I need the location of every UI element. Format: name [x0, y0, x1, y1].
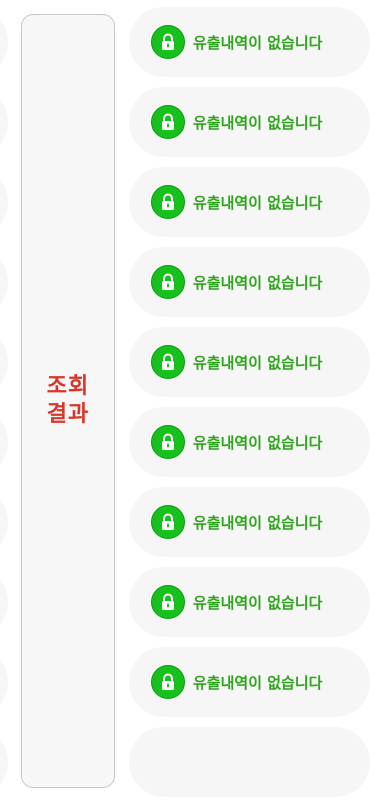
lock-icon — [151, 585, 185, 619]
lock-icon — [151, 105, 185, 139]
left-edge-pill — [0, 327, 8, 397]
result-item: 유출내역이 없습니다 — [129, 567, 370, 637]
left-edge-pill — [0, 727, 8, 797]
result-item-text: 유출내역이 없습니다 — [193, 673, 323, 692]
left-edge-pill — [0, 247, 8, 317]
result-item-text: 유출내역이 없습니다 — [193, 513, 323, 532]
lock-icon — [151, 265, 185, 299]
result-item-text: 유출내역이 없습니다 — [193, 433, 323, 452]
result-panel: 조회 결과 — [21, 14, 115, 788]
result-item-text: 유출내역이 없습니다 — [193, 353, 323, 372]
result-label: 조회 결과 — [47, 373, 89, 429]
lock-icon — [151, 425, 185, 459]
result-item-text: 유출내역이 없습니다 — [193, 33, 323, 52]
lock-icon — [151, 665, 185, 699]
left-edge-pill — [0, 567, 8, 637]
lock-icon — [151, 345, 185, 379]
result-list: 유출내역이 없습니다 유출내역이 없습니다 유출내역이 없습니다 유출내역이 없… — [129, 7, 370, 806]
left-edge-pill — [0, 407, 8, 477]
result-item: 유출내역이 없습니다 — [129, 247, 370, 317]
result-label-line2: 결과 — [46, 402, 90, 427]
result-item: 유출내역이 없습니다 — [129, 7, 370, 77]
result-item: 유출내역이 없습니다 — [129, 327, 370, 397]
left-edge-pill — [0, 87, 8, 157]
result-item: 유출내역이 없습니다 — [129, 647, 370, 717]
lock-icon — [151, 25, 185, 59]
lock-icon — [151, 185, 185, 219]
result-item: 유출내역이 없습니다 — [129, 407, 370, 477]
result-item-empty — [129, 727, 370, 797]
result-item: 유출내역이 없습니다 — [129, 167, 370, 237]
page: 조회 결과 유출내역이 없습니다 유출내역이 없습니다 유출내역이 없습니다 유… — [0, 0, 392, 806]
result-item-text: 유출내역이 없습니다 — [193, 273, 323, 292]
result-item: 유출내역이 없습니다 — [129, 487, 370, 557]
result-item-text: 유출내역이 없습니다 — [193, 593, 323, 612]
left-edge-pill — [0, 7, 8, 77]
result-item: 유출내역이 없습니다 — [129, 87, 370, 157]
left-edge-pill — [0, 487, 8, 557]
result-item-text: 유출내역이 없습니다 — [193, 113, 323, 132]
result-label-line1: 조회 — [46, 374, 90, 399]
left-edge-pill — [0, 647, 8, 717]
left-edge-pill — [0, 167, 8, 237]
lock-icon — [151, 505, 185, 539]
result-item-text: 유출내역이 없습니다 — [193, 193, 323, 212]
